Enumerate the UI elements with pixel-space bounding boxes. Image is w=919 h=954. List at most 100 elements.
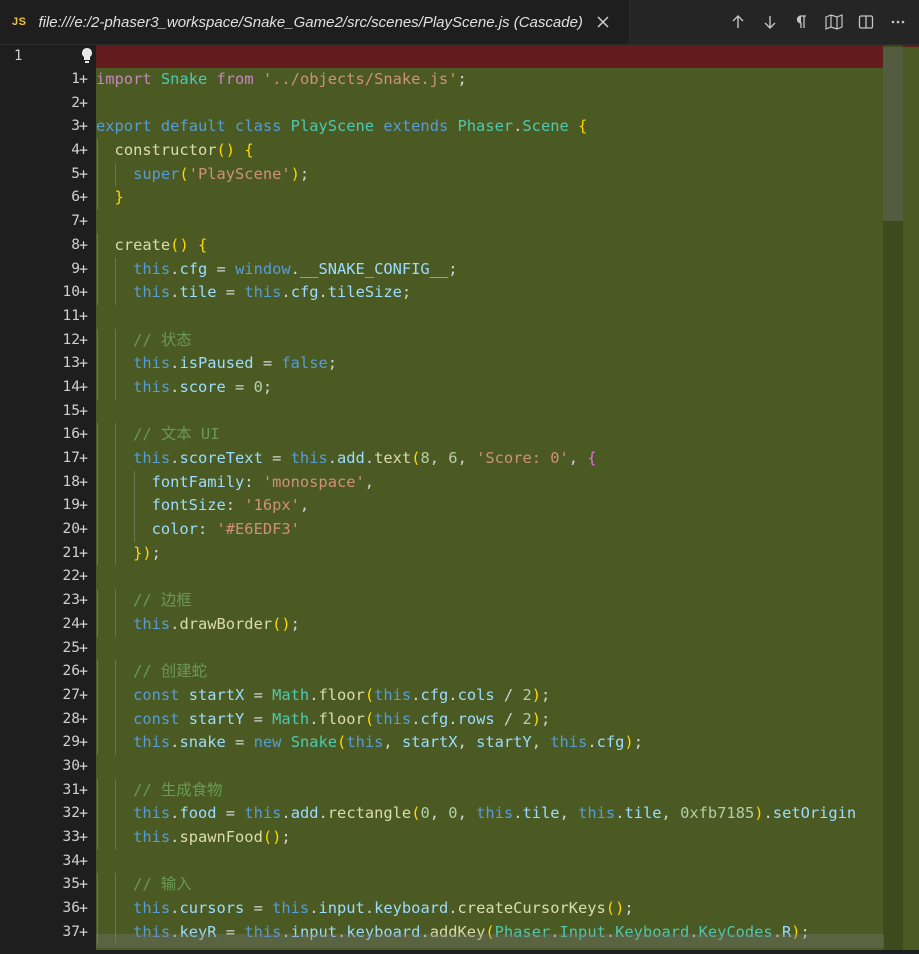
modified-editor-pane[interactable]: 1 + import Snake from '../objects/Snake.js… — [60, 45, 919, 950]
added-line-marker: + — [79, 425, 89, 444]
code-line[interactable]: 1 + import Snake from '../objects/Snake.js… — [60, 68, 919, 92]
code-text: // 边框 — [133, 591, 192, 610]
line-number: 1 — [71, 71, 80, 87]
code-text: const startY = Math.floor(this.cfg.rows … — [133, 709, 551, 728]
tab-title: file:///e:/2-phaser3_workspace/Snake_Gam… — [38, 13, 583, 31]
line-number: 27 — [62, 686, 80, 703]
minimap-slider[interactable] — [883, 47, 903, 221]
code-line[interactable]: 18 + fontFamily: 'monospace', — [60, 470, 919, 495]
arrow-up-icon[interactable] — [727, 11, 749, 33]
code-line[interactable]: 17 + this.scoreText = this.add.text(8, 6,… — [60, 447, 919, 471]
code-line[interactable]: 22 + — [60, 565, 919, 589]
line-number: 11 — [62, 307, 80, 324]
line-number: 29 — [62, 734, 80, 751]
code-line[interactable]: 7 + — [60, 210, 919, 234]
editor-tab-playscene[interactable]: JS file:///e:/2-phaser3_workspace/Snake_… — [0, 0, 630, 44]
more-icon[interactable] — [887, 11, 909, 33]
split-editor-icon[interactable] — [855, 11, 877, 33]
line-number: 35 — [62, 876, 80, 893]
line-number: 23 — [62, 592, 80, 609]
code-text: // 输入 — [133, 875, 192, 894]
code-line[interactable]: 12 + // 状态 — [60, 328, 919, 353]
code-text: // 文本 UI — [133, 425, 220, 444]
code-text: this.spawnFood(); — [133, 828, 291, 846]
code-text: } — [114, 188, 124, 207]
code-line[interactable]: 33 + this.spawnFood(); — [60, 826, 919, 850]
code-text: this.drawBorder(); — [133, 614, 300, 633]
code-line[interactable]: 5 + super('PlayScene'); — [60, 162, 919, 187]
added-line-marker: + — [79, 496, 89, 515]
code-line[interactable]: 28 + const startY = Math.floor(this.cfg.r… — [60, 707, 919, 732]
added-line-marker: + — [79, 828, 89, 846]
code-line[interactable]: 11 + — [60, 305, 919, 329]
line-number: 37 — [62, 923, 80, 940]
added-line-marker: + — [79, 235, 89, 254]
code-text: }); — [133, 543, 161, 562]
code-line[interactable]: 35 + // 输入 — [60, 873, 919, 898]
code-text: const startX = Math.floor(this.cfg.cols … — [133, 685, 551, 704]
line-number: 2 — [71, 94, 80, 111]
editor-tab-bar: JS file:///e:/2-phaser3_workspace/Snake_… — [0, 0, 919, 45]
code-text: // 生成食物 — [133, 780, 223, 799]
added-line-marker: + — [79, 449, 89, 467]
code-line[interactable]: 4 + constructor() { — [60, 139, 919, 163]
code-line[interactable]: 14 + this.score = 0; — [60, 375, 919, 400]
code-line[interactable]: 10 + this.tile = this.cfg.tileSize; — [60, 281, 919, 305]
code-line[interactable]: 34 + — [60, 850, 919, 874]
code-line[interactable]: 16 + // 文本 UI — [60, 423, 919, 447]
pilcrow-icon[interactable] — [791, 11, 813, 33]
line-number: 31 — [62, 781, 80, 798]
code-line[interactable]: 6 + } — [60, 186, 919, 211]
code-line[interactable]: 27 + const startX = Math.floor(this.cfg.c… — [60, 683, 919, 708]
code-line[interactable]: 9 + this.cfg = window.__SNAKE_CONFIG__; — [60, 257, 919, 282]
lightbulb-icon[interactable] — [80, 47, 94, 69]
code-text: // 创建蛇 — [133, 662, 208, 681]
close-icon[interactable] — [595, 14, 611, 30]
code-text: this.tile = this.cfg.tileSize; — [133, 283, 412, 302]
added-line-marker: + — [79, 401, 89, 420]
code-text: export default class PlayScene extends P… — [96, 117, 588, 136]
added-line-marker: + — [79, 188, 89, 207]
code-text: this.cursors = this.input.keyboard.creat… — [133, 899, 634, 918]
line-number: 4 — [71, 142, 80, 159]
code-line[interactable]: 19 + fontSize: '16px', — [60, 494, 919, 519]
line-number: 30 — [62, 757, 80, 774]
code-line[interactable]: 13 + this.isPaused = false; — [60, 352, 919, 376]
code-line[interactable]: 2 + — [60, 92, 919, 116]
code-line[interactable]: 31 + // 生成食物 — [60, 778, 919, 803]
code-line[interactable]: 20 + color: '#E6EDF3' — [60, 518, 919, 542]
added-line-marker: + — [79, 851, 89, 870]
code-line[interactable]: 23 + // 边框 — [60, 589, 919, 613]
book-open-icon[interactable] — [823, 11, 845, 33]
code-line[interactable]: 36 + this.cursors = this.input.keyboard.c… — [60, 897, 919, 921]
code-line[interactable]: 30 + — [60, 755, 919, 779]
code-line[interactable]: 26 + // 创建蛇 — [60, 660, 919, 684]
javascript-file-icon: JS — [12, 16, 27, 28]
original-editor-pane[interactable]: 1 — [0, 45, 60, 954]
scrollbar-added-marker[interactable] — [903, 47, 919, 769]
code-line[interactable]: 15 + — [60, 400, 919, 424]
horizontal-scrollbar[interactable] — [96, 934, 884, 948]
code-line[interactable]: 25 + — [60, 637, 919, 661]
added-line-marker: + — [79, 306, 89, 325]
added-line-marker: + — [79, 141, 89, 160]
added-line-marker: + — [79, 733, 89, 752]
code-line[interactable]: 8 + create() { — [60, 233, 919, 258]
code-line[interactable]: 24 + this.drawBorder(); — [60, 612, 919, 637]
line-number: 28 — [62, 710, 80, 727]
added-line-marker: + — [79, 922, 89, 941]
code-line[interactable]: 29 + this.snake = new Snake(this, startX,… — [60, 731, 919, 755]
code-line[interactable]: 21 + }); — [60, 541, 919, 566]
line-number: 33 — [62, 829, 80, 845]
code-text: this.scoreText = this.add.text(8, 6, 'Sc… — [133, 449, 597, 467]
added-line-marker: + — [79, 354, 89, 373]
added-line-marker: + — [79, 93, 89, 112]
code-line[interactable]: 3 + export default class PlayScene extends… — [60, 115, 919, 139]
arrow-down-icon[interactable] — [759, 11, 781, 33]
added-line-marker: + — [79, 709, 89, 728]
code-line[interactable]: 32 + this.food = this.add.rectangle(0, 0,… — [60, 802, 919, 826]
removed-line-highlight — [96, 45, 919, 68]
code-text: fontSize: '16px', — [151, 496, 310, 515]
code-text: constructor() { — [114, 141, 254, 160]
line-number: 5 — [71, 165, 80, 182]
